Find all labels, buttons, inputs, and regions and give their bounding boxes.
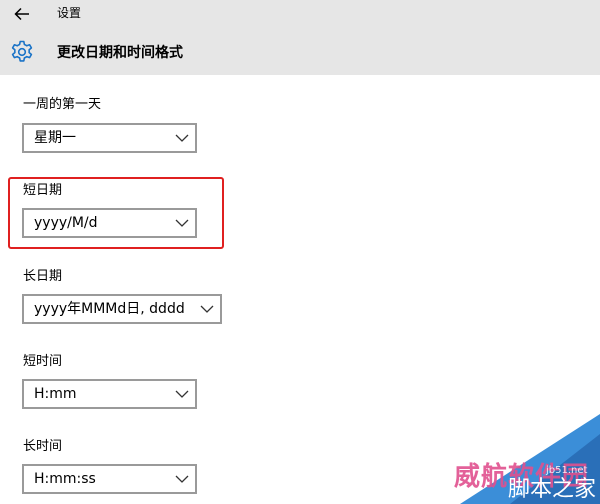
short-time-label: 短时间 <box>23 354 63 369</box>
header-bar: 设置 更改日期和时间格式 <box>0 0 600 75</box>
app-title: 设置 <box>57 6 82 20</box>
long-date-label: 长日期 <box>23 269 63 284</box>
short-date-value: yyyy/M/d <box>34 215 98 231</box>
chevron-down-icon <box>200 305 214 313</box>
long-time-dropdown[interactable]: H:mm:ss <box>22 464 197 494</box>
watermark-text-secondary: 脚本之家 <box>508 477 597 502</box>
short-date-dropdown[interactable]: yyyy/M/d <box>22 208 197 238</box>
long-date-dropdown[interactable]: yyyy年MMMd日, dddd <box>22 294 222 324</box>
back-button[interactable] <box>8 2 36 26</box>
back-arrow-icon <box>14 7 29 21</box>
page-title: 更改日期和时间格式 <box>57 45 183 61</box>
first-day-dropdown[interactable]: 星期一 <box>22 123 197 153</box>
chevron-down-icon <box>175 219 189 227</box>
short-time-value: H:mm <box>34 386 77 402</box>
gear-icon <box>11 40 33 62</box>
chevron-down-icon <box>175 390 189 398</box>
short-date-label: 短日期 <box>23 183 63 198</box>
chevron-down-icon <box>175 475 189 483</box>
first-day-value: 星期一 <box>34 130 76 146</box>
long-date-value: yyyy年MMMd日, dddd <box>34 301 185 317</box>
short-time-dropdown[interactable]: H:mm <box>22 379 197 409</box>
first-day-label: 一周的第一天 <box>23 97 102 112</box>
chevron-down-icon <box>175 134 189 142</box>
watermark-text-url: jb51.net <box>546 465 588 476</box>
long-time-label: 长时间 <box>23 439 63 454</box>
long-time-value: H:mm:ss <box>34 471 96 487</box>
